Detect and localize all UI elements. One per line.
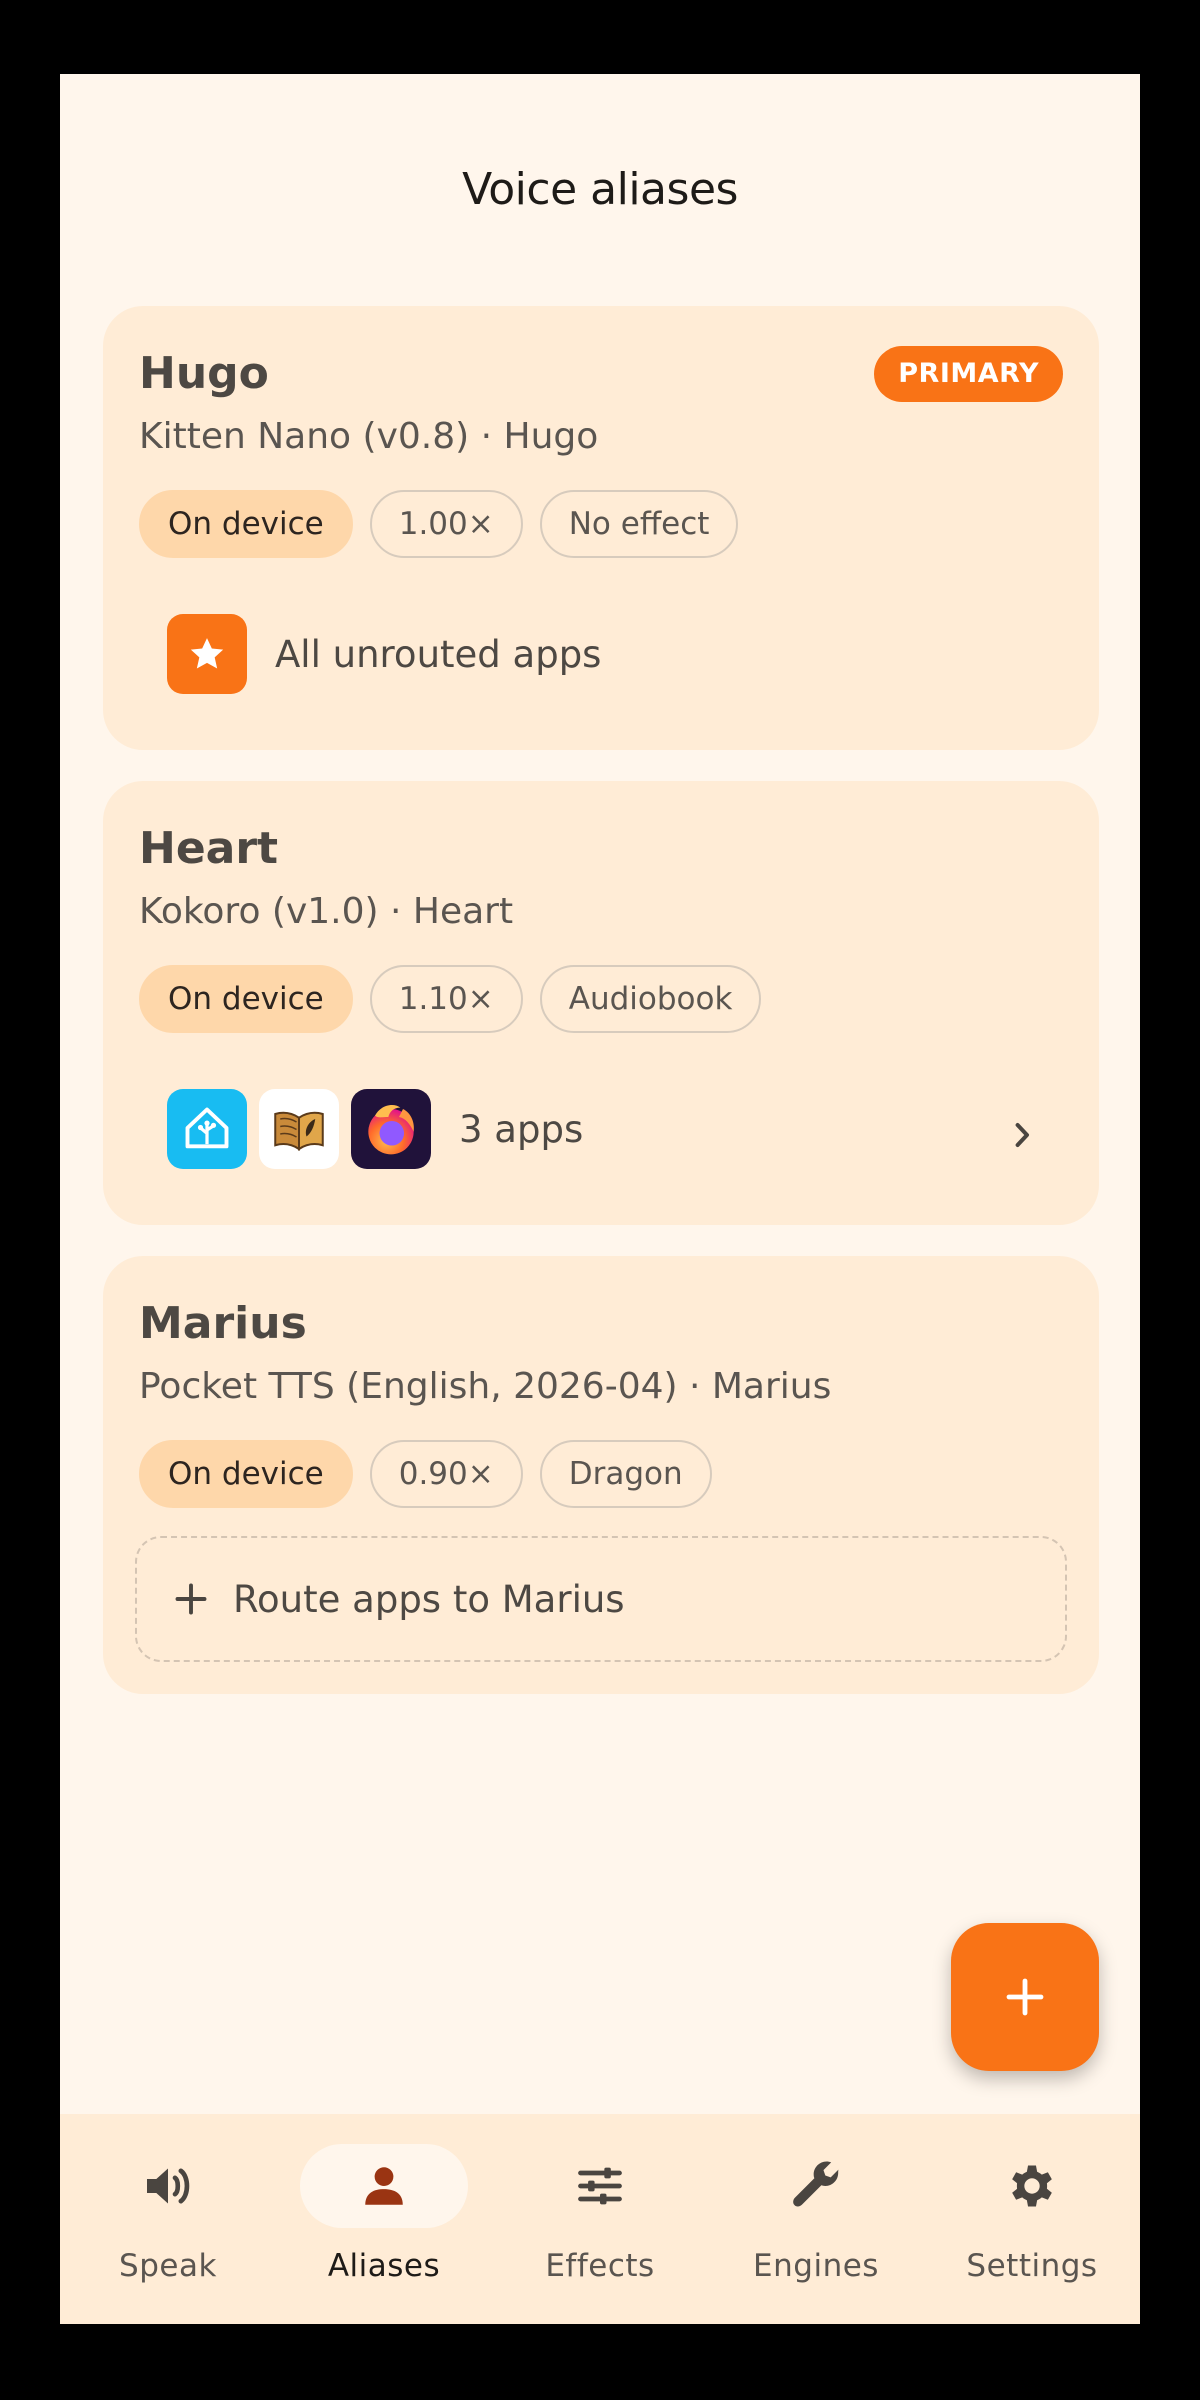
nav-pill bbox=[732, 2144, 900, 2228]
gear-icon bbox=[1012, 2165, 1052, 2207]
alias-card-heart[interactable]: Heart Kokoro (v1.0) · Heart On device 1.… bbox=[103, 781, 1099, 1225]
alias-card-hugo[interactable]: Hugo PRIMARY Kitten Nano (v0.8) · Hugo O… bbox=[103, 306, 1099, 750]
chip-location: On device bbox=[139, 1440, 353, 1508]
wrench-icon bbox=[793, 2161, 839, 2207]
route-label: 3 apps bbox=[459, 1107, 584, 1151]
nav-item-engines[interactable]: Engines bbox=[708, 2114, 924, 2324]
route-row[interactable]: 3 apps bbox=[167, 1089, 583, 1169]
nav-item-settings[interactable]: Settings bbox=[924, 2114, 1140, 2324]
alias-subtitle: Kokoro (v1.0) · Heart bbox=[139, 891, 514, 932]
nav-pill bbox=[84, 2144, 252, 2228]
person-icon bbox=[365, 2167, 403, 2205]
bottom-navigation: Speak Aliases Effects Engines Settings bbox=[60, 2114, 1140, 2324]
primary-badge: PRIMARY bbox=[874, 346, 1063, 402]
add-alias-button[interactable] bbox=[951, 1923, 1099, 2071]
plus-icon bbox=[1006, 1978, 1044, 2016]
route-row[interactable]: All unrouted apps bbox=[167, 614, 601, 694]
nav-item-effects[interactable]: Effects bbox=[492, 2114, 708, 2324]
plus-icon bbox=[175, 1583, 207, 1615]
page-title: Voice aliases bbox=[462, 164, 738, 215]
alias-subtitle: Kitten Nano (v0.8) · Hugo bbox=[139, 416, 599, 457]
alias-subtitle: Pocket TTS (English, 2026-04) · Marius bbox=[139, 1366, 832, 1407]
nav-label: Engines bbox=[753, 2248, 879, 2284]
chip-speed: 1.00× bbox=[369, 490, 523, 558]
route-label: All unrouted apps bbox=[275, 632, 602, 676]
chip-speed: 0.90× bbox=[369, 1440, 523, 1508]
speaker-icon bbox=[147, 2168, 190, 2204]
chevron-right-icon[interactable] bbox=[1007, 1118, 1037, 1156]
alias-card-marius[interactable]: Marius Pocket TTS (English, 2026-04) · M… bbox=[103, 1256, 1099, 1694]
alias-name: Hugo bbox=[139, 348, 269, 399]
nav-label: Effects bbox=[545, 2248, 655, 2284]
firefox-icon bbox=[351, 1089, 431, 1169]
sliders-icon bbox=[578, 2167, 622, 2205]
alias-chips: On device 1.10× Audiobook bbox=[139, 965, 762, 1033]
nav-pill bbox=[300, 2144, 468, 2228]
nav-label: Speak bbox=[119, 2248, 217, 2284]
alias-name: Marius bbox=[139, 1298, 307, 1349]
nav-pill bbox=[516, 2144, 684, 2228]
nav-label: Aliases bbox=[327, 2248, 441, 2284]
nav-pill bbox=[948, 2144, 1116, 2228]
app-screen: Voice aliases Hugo PRIMARY Kitten Nano (… bbox=[60, 74, 1140, 2324]
nav-item-aliases[interactable]: Aliases bbox=[276, 2114, 492, 2324]
route-apps-button[interactable]: Route apps to Marius bbox=[135, 1536, 1067, 1662]
chip-location: On device bbox=[139, 490, 353, 558]
home-assistant-icon bbox=[167, 1089, 247, 1169]
chip-effect: No effect bbox=[539, 490, 739, 558]
alias-name: Heart bbox=[139, 823, 279, 874]
chip-location: On device bbox=[139, 965, 353, 1033]
book-reader-icon bbox=[259, 1089, 339, 1169]
star-icon bbox=[167, 614, 247, 694]
chip-speed: 1.10× bbox=[369, 965, 523, 1033]
nav-item-speak[interactable]: Speak bbox=[60, 2114, 276, 2324]
nav-label: Settings bbox=[966, 2248, 1098, 2284]
chip-effect: Dragon bbox=[539, 1440, 712, 1508]
chip-effect: Audiobook bbox=[539, 965, 762, 1033]
route-apps-label: Route apps to Marius bbox=[233, 1577, 625, 1621]
alias-chips: On device 0.90× Dragon bbox=[139, 1440, 712, 1508]
alias-chips: On device 1.00× No effect bbox=[139, 490, 739, 558]
